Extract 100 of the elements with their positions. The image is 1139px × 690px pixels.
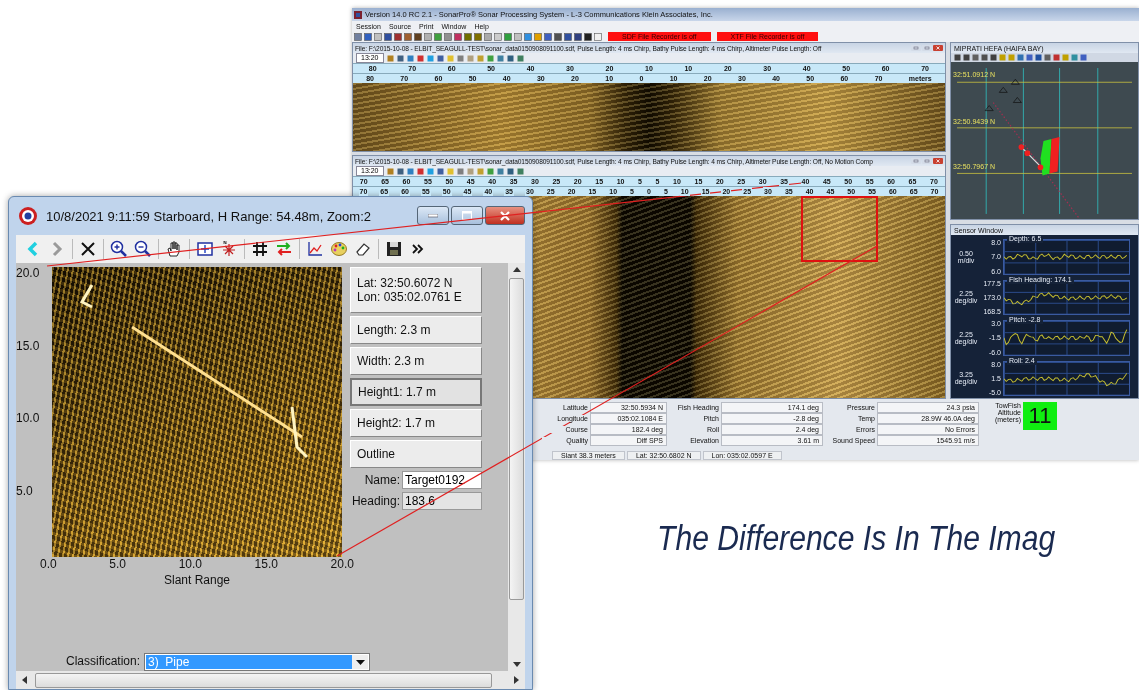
tile-icon[interactable]	[426, 167, 434, 175]
tile-icon[interactable]	[446, 54, 454, 62]
axis-tick-label: 5.0	[16, 484, 34, 497]
tile-icon[interactable]	[364, 32, 372, 41]
tile-icon[interactable]	[456, 54, 464, 62]
tile-icon[interactable]	[436, 54, 444, 62]
tile-icon[interactable]	[544, 32, 552, 41]
tile-icon[interactable]	[436, 167, 444, 175]
tile-icon[interactable]	[981, 54, 988, 61]
tile-icon[interactable]	[396, 167, 404, 175]
scroll-thumb[interactable]	[509, 278, 524, 600]
save-icon[interactable]	[385, 240, 403, 258]
tile-icon[interactable]	[1053, 54, 1060, 61]
tile-icon[interactable]	[416, 54, 424, 62]
measurement-button[interactable]: Height1: 1.7 m	[350, 378, 482, 406]
tile-icon[interactable]	[594, 32, 602, 41]
tile-icon[interactable]	[972, 54, 979, 61]
tile-icon[interactable]	[516, 167, 524, 175]
zoom-out-icon[interactable]	[134, 240, 152, 258]
tile-icon[interactable]	[1026, 54, 1033, 61]
tile-icon[interactable]	[486, 167, 494, 175]
tile-icon[interactable]	[496, 167, 504, 175]
tile-icon[interactable]	[1035, 54, 1042, 61]
minimize-icon[interactable]	[911, 158, 921, 164]
tile-icon[interactable]	[504, 32, 512, 41]
tile-icon[interactable]	[394, 32, 402, 41]
tile-icon[interactable]	[574, 32, 582, 41]
tile-icon[interactable]	[406, 54, 414, 62]
close-icon[interactable]	[933, 45, 943, 51]
tile-icon[interactable]	[506, 167, 514, 175]
scroll-thumb[interactable]	[35, 672, 492, 688]
tile-icon[interactable]	[396, 54, 404, 62]
tile-icon[interactable]	[514, 32, 522, 41]
vertical-scrollbar[interactable]	[508, 263, 525, 671]
tile-icon[interactable]	[474, 32, 482, 41]
tile-icon[interactable]	[484, 32, 492, 41]
tile-icon[interactable]	[963, 54, 970, 61]
close-icon[interactable]	[933, 158, 943, 164]
tile-icon[interactable]	[426, 54, 434, 62]
tile-icon[interactable]	[386, 54, 394, 62]
tile-icon[interactable]	[386, 167, 394, 175]
grid-icon[interactable]	[251, 240, 269, 258]
tile-icon[interactable]	[524, 32, 532, 41]
measurement-button[interactable]: Width: 2.3 m	[350, 347, 482, 375]
palette-icon[interactable]	[330, 240, 348, 258]
measurement-button[interactable]: Height2: 1.7 m	[350, 409, 482, 437]
tile-icon[interactable]	[464, 32, 472, 41]
fit-arrows-icon[interactable]	[196, 240, 214, 258]
delete-x-icon[interactable]	[79, 240, 97, 258]
tile-icon[interactable]	[424, 32, 432, 41]
tile-icon[interactable]	[494, 32, 502, 41]
north-star-icon[interactable]	[220, 240, 238, 258]
horizontal-scrollbar[interactable]	[16, 671, 525, 689]
name-field[interactable]: Target0192	[402, 471, 482, 489]
tile-icon[interactable]	[434, 32, 442, 41]
tile-icon[interactable]	[506, 54, 514, 62]
tile-icon[interactable]	[406, 167, 414, 175]
tile-icon[interactable]	[466, 54, 474, 62]
tile-icon[interactable]	[954, 54, 961, 61]
swap-arrows-icon[interactable]	[275, 240, 293, 258]
measurement-button[interactable]: Outline	[350, 440, 482, 468]
tile-icon[interactable]	[374, 32, 382, 41]
tile-icon[interactable]	[1044, 54, 1051, 61]
tile-icon[interactable]	[1062, 54, 1069, 61]
tile-icon[interactable]	[990, 54, 997, 61]
tile-icon[interactable]	[404, 32, 412, 41]
close-button[interactable]	[485, 206, 525, 225]
tile-icon[interactable]	[534, 32, 542, 41]
tile-icon[interactable]	[446, 167, 454, 175]
line-graph-icon[interactable]	[306, 240, 324, 258]
tile-icon[interactable]	[584, 32, 592, 41]
tile-icon[interactable]	[416, 167, 424, 175]
tile-icon[interactable]	[384, 32, 392, 41]
minimize-icon[interactable]	[911, 45, 921, 51]
measurement-button[interactable]: Length: 2.3 m	[350, 316, 482, 344]
tile-icon[interactable]	[999, 54, 1006, 61]
tile-icon[interactable]	[476, 54, 484, 62]
zoom-in-icon[interactable]	[110, 240, 128, 258]
tile-icon[interactable]	[1071, 54, 1078, 61]
tile-icon[interactable]	[456, 167, 464, 175]
tile-icon[interactable]	[476, 167, 484, 175]
tile-icon[interactable]	[354, 32, 362, 41]
tile-icon[interactable]	[516, 54, 524, 62]
minimize-button[interactable]	[417, 206, 449, 225]
restore-icon[interactable]	[922, 45, 932, 51]
tile-icon[interactable]	[486, 54, 494, 62]
tile-icon[interactable]	[1080, 54, 1087, 61]
tile-icon[interactable]	[496, 54, 504, 62]
measurement-button[interactable]: Lat: 32:50.6072 N Lon: 035:02.0761 E	[350, 267, 482, 313]
tile-icon[interactable]	[454, 32, 462, 41]
tile-icon[interactable]	[1008, 54, 1015, 61]
tile-icon[interactable]	[414, 32, 422, 41]
tile-icon[interactable]	[444, 32, 452, 41]
tile-icon[interactable]	[1017, 54, 1024, 61]
tile-icon[interactable]	[564, 32, 572, 41]
restore-icon[interactable]	[922, 158, 932, 164]
tile-icon[interactable]	[466, 167, 474, 175]
maximize-button[interactable]	[451, 206, 483, 225]
hand-icon[interactable]	[165, 240, 183, 258]
tile-icon[interactable]	[554, 32, 562, 41]
